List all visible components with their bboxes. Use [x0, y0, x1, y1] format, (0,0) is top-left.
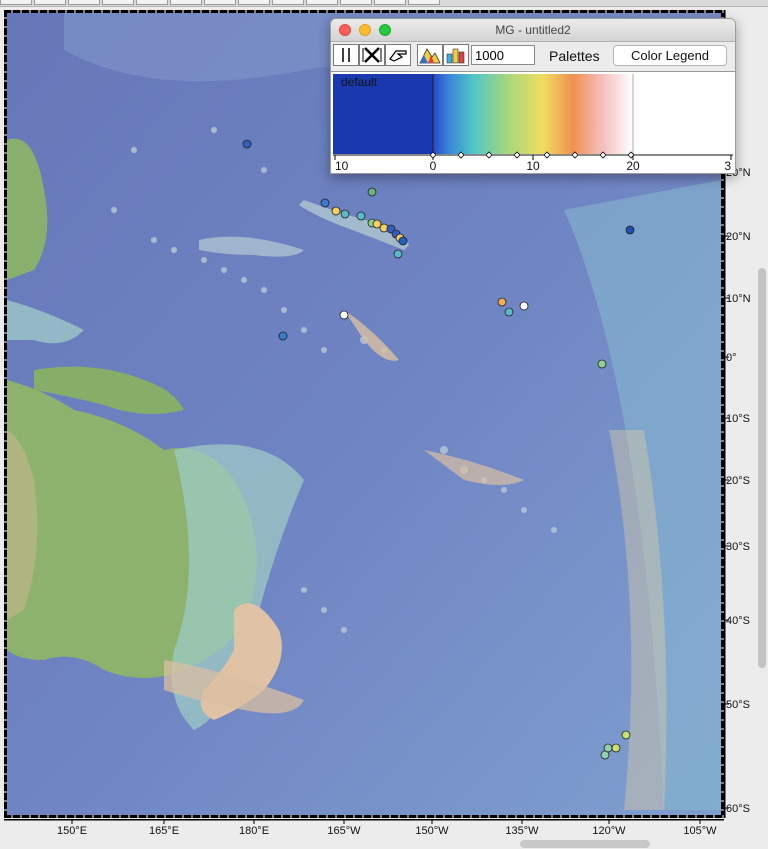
latitude-label: 20°S	[726, 475, 750, 487]
top-toolbar-strip	[0, 0, 768, 7]
cross-icon	[362, 47, 382, 63]
sample-point	[519, 301, 529, 311]
sample-point	[367, 187, 377, 197]
sample-point	[625, 225, 635, 235]
toolbar-button[interactable]	[136, 0, 168, 5]
toolbar-button[interactable]	[306, 0, 338, 5]
longitude-label: 180°E	[239, 825, 269, 837]
palette-editor[interactable]: 10 0 10 20 3 default	[331, 71, 735, 174]
histogram-tool-button[interactable]	[417, 44, 443, 66]
sample-point	[278, 331, 288, 341]
palette-scale[interactable]: 10 0 10 20 3	[331, 72, 735, 174]
latitude-label: 60°S	[726, 803, 750, 815]
longitude-label: 105°W	[683, 825, 717, 837]
palette-scale-label: 10	[335, 159, 349, 173]
split-tool-button[interactable]	[333, 44, 359, 66]
latitude-label: 30°S	[726, 541, 750, 553]
sample-point	[398, 236, 408, 246]
toolbar-button[interactable]	[272, 0, 304, 5]
toolbar-button[interactable]	[238, 0, 270, 5]
toolbar-button[interactable]	[0, 0, 32, 5]
longitude-label: 135°W	[505, 825, 539, 837]
latitude-label: 10°N	[726, 293, 751, 305]
longitude-axis: 150°E 165°E 180°E 165°W 150°W 135°W 120°W 105°W	[4, 819, 724, 837]
palette-gradient	[433, 74, 633, 154]
histogram-icon	[419, 48, 441, 64]
delete-tool-button[interactable]	[359, 44, 385, 66]
sample-point	[340, 209, 350, 219]
parallel-lines-icon	[342, 48, 350, 62]
count-input[interactable]	[471, 45, 535, 65]
latitude-label: 40°S	[726, 615, 750, 627]
sample-point	[597, 359, 607, 369]
window-titlebar[interactable]: MG - untitled2	[331, 19, 735, 42]
bars-tool-button[interactable]	[443, 44, 469, 66]
sample-point	[242, 139, 252, 149]
longitude-label: 165°W	[327, 825, 361, 837]
toolbar-button[interactable]	[170, 0, 202, 5]
sample-point	[497, 297, 507, 307]
longitude-label: 150°E	[57, 825, 87, 837]
sample-point	[393, 249, 403, 259]
toolbar-button[interactable]	[340, 0, 372, 5]
toolbar-button[interactable]	[408, 0, 440, 5]
latitude-label: 0°	[726, 352, 737, 364]
longitude-label: 165°E	[149, 825, 179, 837]
toolbar-button[interactable]	[102, 0, 134, 5]
sample-point	[600, 750, 610, 760]
sample-point	[611, 743, 621, 753]
palette-scale-label: 0	[430, 159, 437, 173]
palette-scale-label: 3	[724, 159, 731, 173]
pan-tool-button[interactable]	[385, 44, 411, 66]
toolbar-button[interactable]	[34, 0, 66, 5]
toolbar-button[interactable]	[204, 0, 236, 5]
toolbar-button[interactable]	[68, 0, 100, 5]
latitude-label: 20°N	[726, 231, 751, 243]
latitude-label: 50°S	[726, 699, 750, 711]
sample-point	[331, 206, 341, 216]
sample-point	[339, 310, 349, 320]
sample-point	[320, 198, 330, 208]
bar-chart-icon	[446, 48, 465, 64]
palette-toolbar: Palettes Color Legend	[331, 42, 735, 70]
vertical-scrollbar[interactable]	[758, 268, 766, 668]
palette-name: default	[341, 75, 378, 89]
window-title: MG - untitled2	[495, 23, 571, 37]
palettes-menu[interactable]: Palettes	[549, 48, 600, 64]
latitude-label: 10°S	[726, 413, 750, 425]
palette-scale-label: 10	[526, 159, 540, 173]
sample-point	[621, 730, 631, 740]
longitude-label: 120°W	[592, 825, 626, 837]
longitude-label: 150°W	[415, 825, 449, 837]
mg-window: MG - untitled2 Palettes Colo	[330, 18, 736, 174]
toolbar-button[interactable]	[374, 0, 406, 5]
palette-scale-label: 20	[626, 159, 640, 173]
sample-point	[356, 211, 366, 221]
hand-icon	[389, 50, 407, 62]
sample-point	[504, 307, 514, 317]
color-legend-button[interactable]: Color Legend	[613, 45, 727, 66]
horizontal-scrollbar[interactable]	[520, 840, 650, 848]
